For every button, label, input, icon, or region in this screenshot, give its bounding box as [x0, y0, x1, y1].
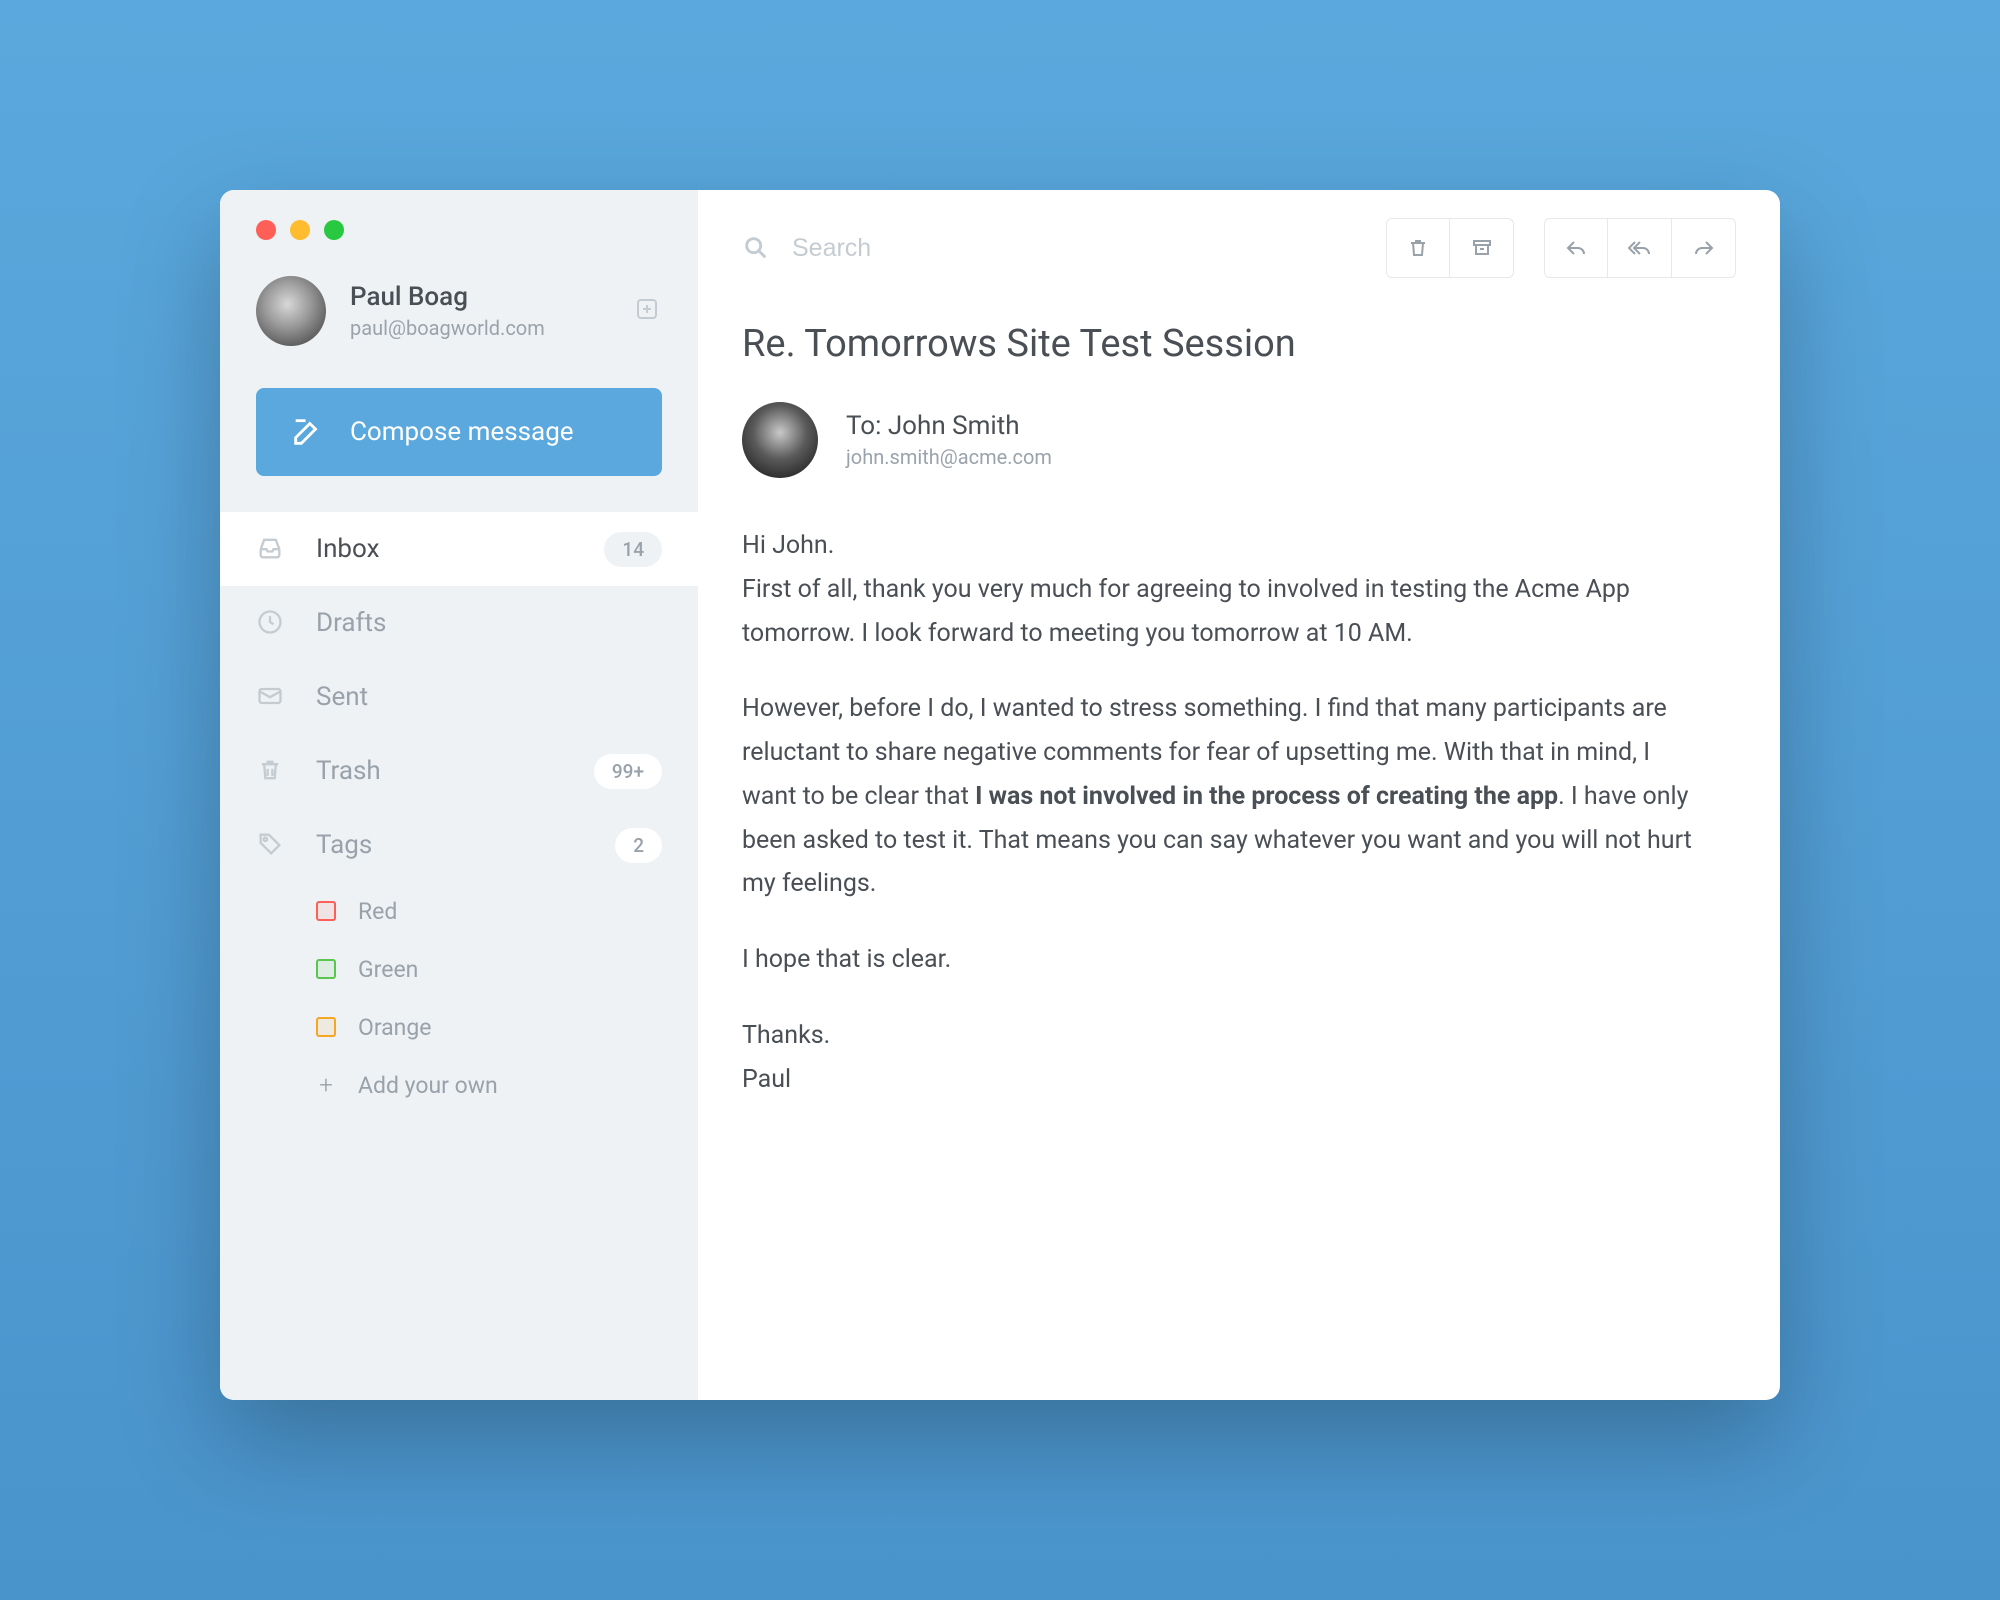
body-emphasis: I was not involved in the process of cre… — [975, 782, 1558, 811]
forward-icon — [1692, 236, 1716, 260]
email-body: Hi John. First of all, thank you very mu… — [742, 524, 1702, 1101]
search-icon — [742, 234, 770, 262]
compose-icon — [290, 415, 324, 449]
body-line: Thanks. — [742, 1021, 830, 1050]
nav-drafts[interactable]: Drafts — [220, 586, 698, 660]
body-line: Paul — [742, 1065, 791, 1094]
maximize-window-button[interactable] — [324, 220, 344, 240]
body-paragraph: However, before I do, I wanted to stress… — [742, 687, 1702, 906]
close-window-button[interactable] — [256, 220, 276, 240]
nav-inbox-label: Inbox — [316, 534, 574, 564]
tag-add-label: Add your own — [358, 1072, 498, 1099]
forward-button[interactable] — [1672, 218, 1736, 278]
compose-button[interactable]: Compose message — [256, 388, 662, 476]
nav-drafts-label: Drafts — [316, 608, 662, 638]
nav-inbox[interactable]: Inbox 14 — [220, 512, 698, 586]
plus-icon: + — [316, 1071, 336, 1099]
nav-tags-label: Tags — [316, 830, 585, 860]
tag-list: Red Green Orange + Add your own — [220, 882, 698, 1114]
topbar — [742, 218, 1736, 278]
tag-swatch-orange — [316, 1017, 336, 1037]
user-name: Paul Boag — [350, 282, 545, 312]
search — [742, 234, 1356, 263]
archive-icon — [1470, 236, 1494, 260]
drafts-icon — [256, 608, 286, 638]
tag-orange-label: Orange — [358, 1014, 432, 1041]
nav-tags[interactable]: Tags 2 — [220, 808, 698, 882]
tag-green[interactable]: Green — [316, 940, 662, 998]
sent-icon — [256, 682, 286, 712]
trash-icon — [256, 756, 286, 786]
search-input[interactable] — [792, 234, 1192, 263]
app-window: Paul Boag paul@boagworld.com Compose mes… — [220, 190, 1780, 1400]
nav-trash-badge: 99+ — [594, 754, 662, 789]
nav-trash-label: Trash — [316, 756, 564, 786]
archive-button[interactable] — [1450, 218, 1514, 278]
inbox-icon — [256, 534, 286, 564]
recipient-block: To: John Smith john.smith@acme.com — [742, 402, 1736, 478]
body-line: Hi John. — [742, 531, 834, 560]
tag-add[interactable]: + Add your own — [316, 1056, 662, 1114]
sidebar: Paul Boag paul@boagworld.com Compose mes… — [220, 190, 698, 1400]
body-paragraph: I hope that is clear. — [742, 938, 1702, 982]
tag-red[interactable]: Red — [316, 882, 662, 940]
reply-all-button[interactable] — [1608, 218, 1672, 278]
user-email: paul@boagworld.com — [350, 316, 545, 340]
reply-icon — [1564, 236, 1588, 260]
tag-green-label: Green — [358, 956, 418, 983]
tag-swatch-green — [316, 959, 336, 979]
user-avatar[interactable] — [256, 276, 326, 346]
nav-trash[interactable]: Trash 99+ — [220, 734, 698, 808]
body-line: First of all, thank you very much for ag… — [742, 575, 1630, 648]
nav-tags-badge: 2 — [615, 828, 662, 863]
folder-list: Inbox 14 Drafts Sent Trash 99+ — [220, 512, 698, 882]
settings-icon[interactable] — [632, 294, 662, 324]
message-pane: Re. Tomorrows Site Test Session To: John… — [698, 190, 1780, 1400]
trash-icon — [1406, 236, 1430, 260]
compose-label: Compose message — [350, 417, 574, 447]
tag-red-label: Red — [358, 898, 397, 925]
reply-all-icon — [1628, 236, 1652, 260]
window-controls — [220, 220, 698, 240]
body-signature: Thanks. Paul — [742, 1014, 1702, 1102]
nav-inbox-badge: 14 — [604, 532, 662, 567]
nav-sent[interactable]: Sent — [220, 660, 698, 734]
tag-swatch-red — [316, 901, 336, 921]
email-subject: Re. Tomorrows Site Test Session — [742, 322, 1736, 366]
reply-button[interactable] — [1544, 218, 1608, 278]
recipient-name: To: John Smith — [846, 411, 1052, 441]
tag-orange[interactable]: Orange — [316, 998, 662, 1056]
recipient-email: john.smith@acme.com — [846, 445, 1052, 469]
nav-sent-label: Sent — [316, 682, 662, 712]
recipient-avatar[interactable] — [742, 402, 818, 478]
delete-button[interactable] — [1386, 218, 1450, 278]
minimize-window-button[interactable] — [290, 220, 310, 240]
user-profile: Paul Boag paul@boagworld.com — [220, 276, 698, 374]
tags-icon — [256, 830, 286, 860]
